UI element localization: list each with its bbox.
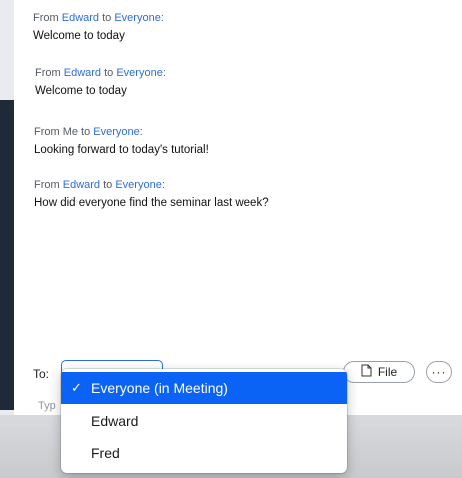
meeting-background-strip: [0, 100, 14, 410]
recipient-dropdown: ✓ Everyone (in Meeting) Edward Fred: [61, 369, 347, 473]
to-label: To:: [33, 367, 50, 381]
to-word: to: [103, 179, 113, 191]
message-text: Welcome to today: [33, 30, 125, 42]
message-header: From Me to Everyone:: [34, 125, 209, 139]
sender-name[interactable]: Edward: [63, 179, 100, 191]
chat-message: From Edward to Everyone: Welcome to toda…: [35, 66, 166, 99]
to-word: to: [104, 67, 114, 79]
message-text: Welcome to today: [35, 85, 127, 97]
dropdown-item-everyone[interactable]: ✓ Everyone (in Meeting): [61, 372, 347, 404]
recipient-name[interactable]: Everyone:: [115, 179, 165, 191]
more-icon: ···: [431, 365, 447, 379]
message-text: How did everyone find the seminar last w…: [34, 197, 269, 209]
message-input-placeholder[interactable]: Typ: [38, 400, 56, 412]
message-header: From Edward to Everyone:: [35, 66, 166, 80]
message-text: Looking forward to today's tutorial!: [34, 144, 209, 156]
from-prefix: From: [34, 179, 60, 191]
chat-message: From Me to Everyone: Looking forward to …: [34, 125, 209, 158]
from-prefix: From: [35, 67, 61, 79]
message-header: From Edward to Everyone:: [33, 11, 164, 25]
message-header: From Edward to Everyone:: [34, 178, 269, 192]
sender-name[interactable]: Edward: [64, 67, 101, 79]
dropdown-item-fred[interactable]: Fred: [61, 437, 347, 469]
file-button-label: File: [377, 365, 398, 379]
dropdown-item-label: Fred: [91, 445, 120, 461]
file-icon: [361, 364, 372, 380]
recipient-name[interactable]: Everyone:: [116, 67, 166, 79]
chat-message: From Edward to Everyone: How did everyon…: [34, 178, 269, 211]
recipient-name[interactable]: Everyone:: [114, 12, 164, 24]
dropdown-item-label: Edward: [91, 413, 139, 429]
from-prefix: From: [33, 12, 59, 24]
sender-name[interactable]: Edward: [62, 12, 99, 24]
from-prefix: From Me to: [34, 126, 91, 138]
checkmark-icon: ✓: [71, 380, 82, 395]
to-word: to: [102, 12, 112, 24]
more-options-button[interactable]: ···: [426, 361, 452, 383]
recipient-name[interactable]: Everyone:: [93, 126, 143, 138]
dropdown-item-label: Everyone (in Meeting): [91, 380, 228, 396]
dropdown-item-edward[interactable]: Edward: [61, 405, 347, 437]
chat-message: From Edward to Everyone: Welcome to toda…: [33, 11, 164, 44]
file-button[interactable]: File: [343, 361, 415, 383]
